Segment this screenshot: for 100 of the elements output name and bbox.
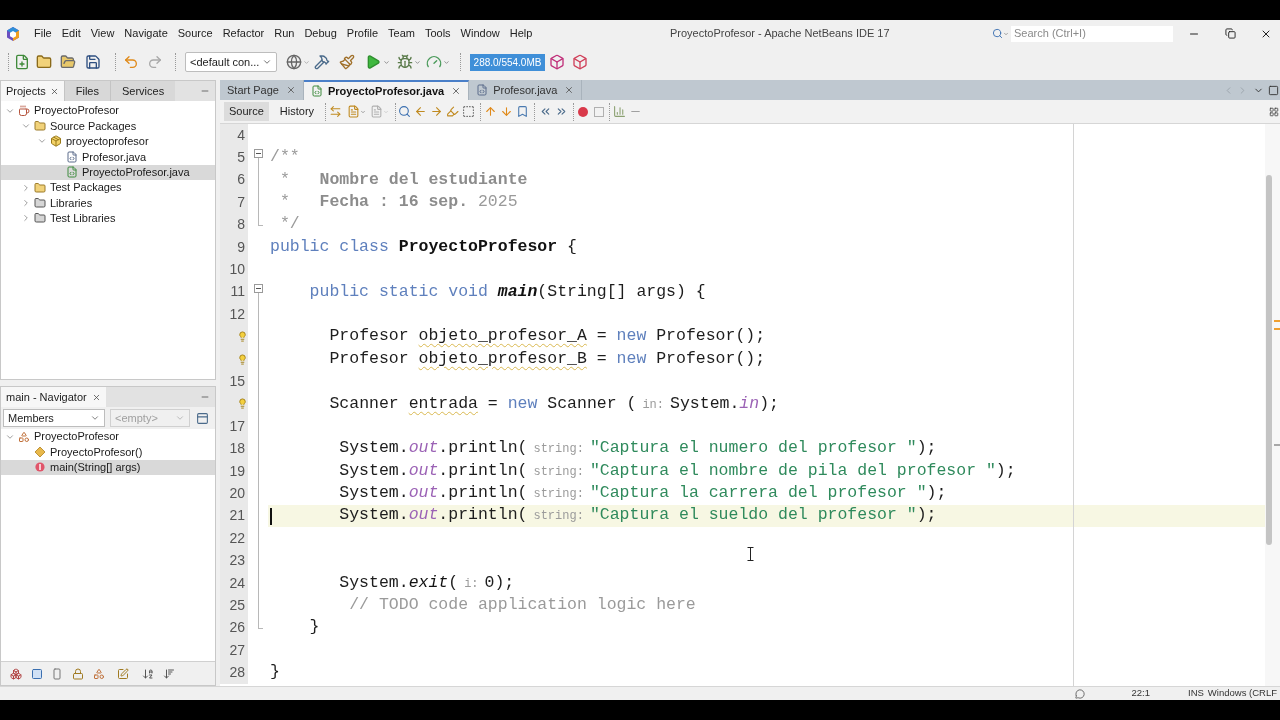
restore-icon[interactable] [1225,28,1236,39]
bookmark-icon[interactable] [516,105,530,118]
caret-icon[interactable] [443,58,450,66]
arrows-icon[interactable] [329,105,343,118]
gauge-icon[interactable] [426,54,442,70]
record-icon[interactable] [578,106,589,117]
lightbulb-icon[interactable] [237,398,248,410]
arrow-left-icon[interactable] [414,105,428,118]
boxes-icon[interactable] [10,667,22,680]
search-field[interactable]: Search (Ctrl+I) [1011,25,1173,42]
scrollbar-thumb[interactable] [1266,175,1272,545]
arrow-down-icon[interactable] [500,105,514,118]
tree-item[interactable]: Test Packages [1,179,215,196]
panel-tab[interactable]: Projects [1,81,64,101]
menu-item[interactable]: Help [509,25,533,42]
tree-item[interactable]: ProyectoProfesor() [1,444,215,460]
editor-tab[interactable]: ProyectoProfesor.java [304,80,470,100]
bar-chart-icon[interactable] [613,105,627,118]
chevron-right-icon[interactable] [21,213,31,224]
caret-icon[interactable] [303,58,310,66]
lock-icon[interactable] [72,667,84,680]
folder-icon [33,212,46,225]
menu-item[interactable]: Run [274,25,295,42]
undo-icon[interactable] [123,54,139,70]
tree-item[interactable]: ProyectoProfesor [1,429,215,445]
grid-icon[interactable] [1269,106,1279,117]
box-icon[interactable] [572,54,588,70]
code-line: // TODO code application logic here [349,594,696,617]
menu-item[interactable]: Source [177,25,213,42]
chevron-right-icon[interactable] [21,182,31,193]
sort-icon[interactable] [163,667,175,680]
folder-plus-icon[interactable] [36,54,52,70]
warning-marker-icon[interactable] [1273,328,1280,330]
dashed-square-icon[interactable] [462,105,476,118]
panel-tab[interactable]: Files [63,81,110,101]
shapes-icon[interactable] [93,667,105,680]
tree-item[interactable]: proyectoprofesor [1,133,215,150]
fold-toggle-icon[interactable] [253,283,263,293]
document-icon[interactable] [347,105,361,118]
tree-item[interactable]: main(String[] args) [1,459,215,476]
tree-item[interactable]: ProyectoProfesor [1,103,215,119]
folder-open-icon[interactable] [60,54,76,70]
menu-item[interactable]: View [90,25,115,42]
menu-item[interactable]: Team [388,25,415,42]
redo-icon[interactable] [147,54,163,70]
tree-item[interactable]: Libraries [1,195,215,211]
tree-item[interactable]: Test Libraries [1,210,215,227]
panel-icon[interactable] [196,411,209,425]
paintbrush-icon[interactable] [339,54,355,70]
maximize-icon[interactable] [1268,84,1279,96]
menu-item[interactable]: Refactor [222,25,265,42]
members-dropdown[interactable]: Members [3,409,105,427]
hammer-icon[interactable] [314,54,330,70]
code-line: } [270,661,280,684]
tree-item[interactable]: Source Packages [1,118,215,134]
menu-item[interactable]: Navigate [124,25,168,42]
menu-item[interactable]: Edit [61,25,81,42]
menu-item[interactable]: Window [460,25,500,42]
globe-icon[interactable] [286,54,302,70]
lightbulb-icon[interactable] [237,353,248,365]
caret-icon[interactable] [414,58,421,66]
box-icon[interactable] [549,54,565,70]
tree-item[interactable]: ProyectoProfesor.java [1,164,215,180]
play-icon[interactable] [365,54,381,70]
configuration-dropdown[interactable]: <default con... [185,52,277,72]
panel-tab[interactable]: main - Navigator [1,387,106,407]
highlighter-icon[interactable] [446,105,460,118]
view-tab[interactable]: Source [224,102,269,121]
file-plus-icon[interactable] [14,54,30,70]
fold-toggle-icon[interactable] [253,149,263,159]
square-icon[interactable] [31,667,43,680]
view-tab[interactable]: History [274,102,320,121]
sort-icon[interactable] [142,667,154,680]
insert-mode: INS [1188,686,1204,701]
line-number: 28 [229,663,245,683]
line-number: 22 [229,528,245,548]
tree-item[interactable]: Profesor.java [1,149,215,165]
caret-icon[interactable] [383,58,390,66]
caret-icon[interactable] [360,108,367,115]
menu-item[interactable]: Tools [424,25,451,42]
code-line: Scanner entrada = new Scanner ( in: System.in); [329,392,779,415]
bug-icon[interactable] [397,54,413,70]
chevron-right-icon[interactable] [21,198,31,209]
menu-item[interactable]: File [34,25,52,42]
arrow-up-icon[interactable] [484,105,498,118]
rectangle-icon[interactable] [51,667,63,680]
warning-marker-icon[interactable] [1273,320,1280,322]
pen-square-icon[interactable] [117,667,129,680]
arrow-right-icon[interactable] [430,105,444,118]
message-icon[interactable] [1074,688,1085,699]
menu-item[interactable]: Debug [304,25,337,42]
document-icon[interactable] [370,105,384,118]
stop-icon[interactable] [594,106,605,117]
panel-tab[interactable]: Services [110,81,176,101]
save-icon[interactable] [85,54,101,70]
annotation-marker-icon[interactable] [1273,444,1280,446]
lightbulb-icon[interactable] [237,331,248,343]
menu-item[interactable]: Profile [346,25,378,42]
line-number: 19 [229,461,245,481]
search-icon[interactable] [398,105,412,118]
